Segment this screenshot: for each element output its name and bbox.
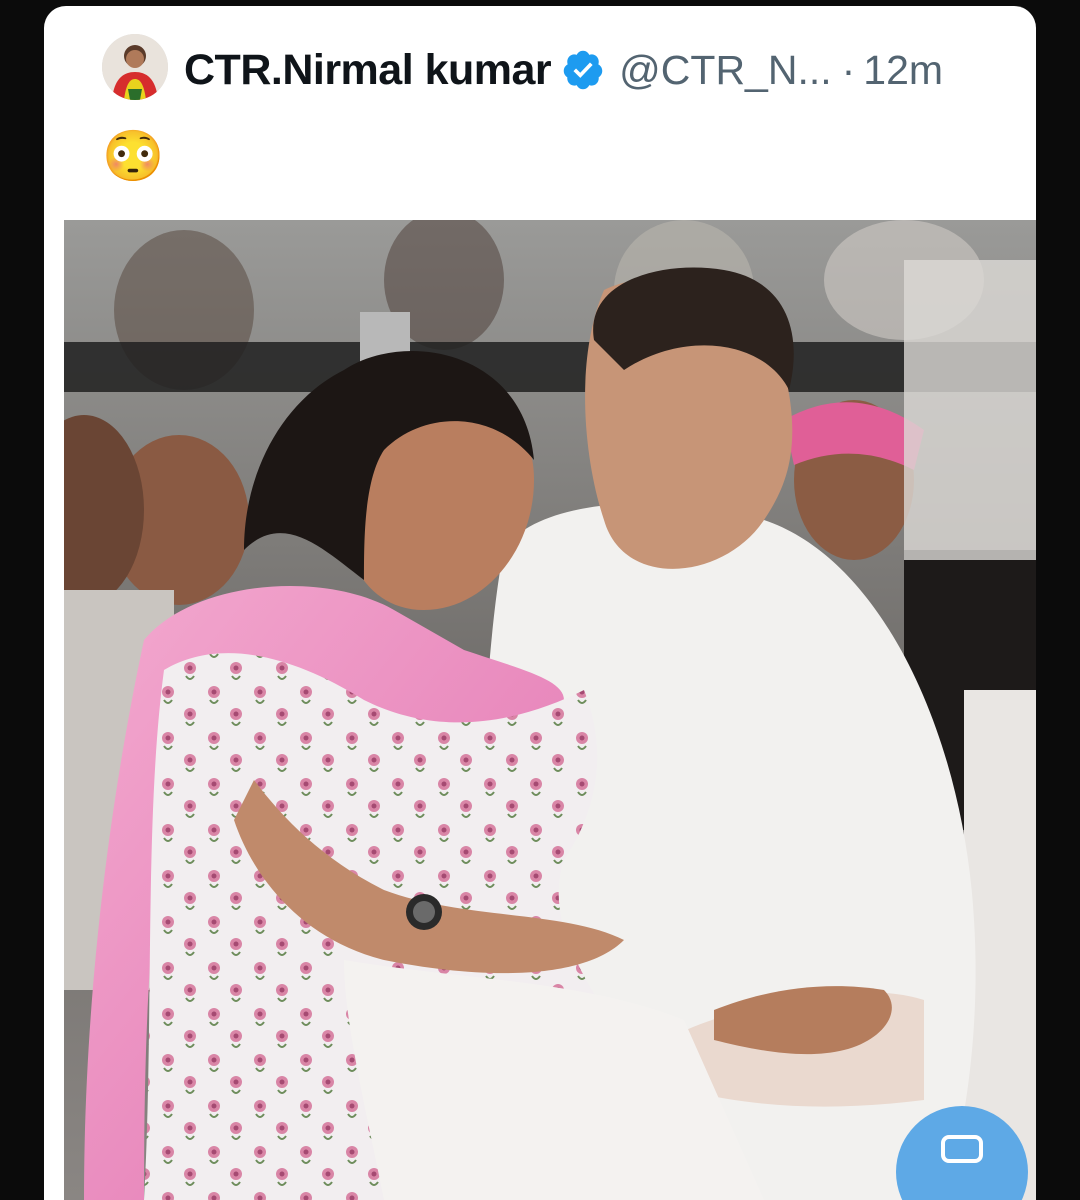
tweet-text: 😳 <box>102 128 165 184</box>
tweet-card[interactable]: CTR.Nirmal kumar @CTR_N... · 12m 😳 <box>44 6 1036 1200</box>
verified-badge-icon <box>561 48 605 92</box>
photo-image <box>64 220 1036 1200</box>
author-handle[interactable]: @CTR_N... <box>619 47 831 94</box>
tweet-timestamp[interactable]: 12m <box>863 47 943 94</box>
tweet-header: CTR.Nirmal kumar @CTR_N... · 12m <box>44 6 1036 126</box>
meta-separator: · <box>841 46 856 93</box>
author-display-name[interactable]: CTR.Nirmal kumar <box>184 46 552 95</box>
compose-icon <box>941 1135 983 1163</box>
screen: CTR.Nirmal kumar @CTR_N... · 12m 😳 <box>0 0 1080 1200</box>
author-row: CTR.Nirmal kumar @CTR_N... · 12m <box>184 42 1036 98</box>
author-avatar[interactable] <box>102 34 168 100</box>
avatar-image <box>102 34 168 100</box>
tweet-photo[interactable] <box>64 220 1036 1200</box>
